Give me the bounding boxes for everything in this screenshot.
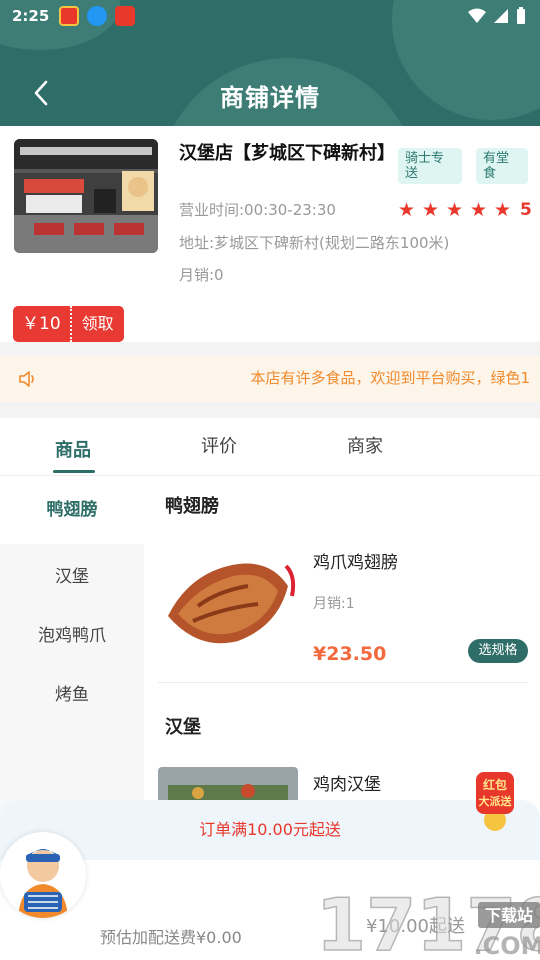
star-icon: ★ <box>446 199 464 221</box>
cart-icon[interactable] <box>0 832 86 918</box>
section-title: 汉堡 <box>165 717 201 738</box>
category-duck-wings[interactable]: 鸭翅膀 <box>0 476 144 544</box>
app-notification-icon <box>59 6 80 26</box>
shop-photo <box>14 139 158 253</box>
redpack-label: 大派送 <box>479 794 513 808</box>
notice-bar: 本店有许多食品，欢迎到平台购买，绿色1 <box>0 356 540 402</box>
section-title: 鸭翅膀 <box>165 496 219 517</box>
category-burger[interactable]: 汉堡 <box>0 562 144 587</box>
watermark-logo: 17178 下载站 .COM <box>316 882 540 960</box>
tag-dine-in: 有堂食 <box>476 148 528 184</box>
coupon: ￥10 领取 <box>13 306 124 342</box>
rating-stars: ★ ★ ★ ★ ★ 5 <box>398 199 532 221</box>
claim-coupon-button[interactable]: 领取 <box>69 306 124 342</box>
tab-bar: 商品 评价 商家 <box>0 418 540 476</box>
shop-name: 汉堡店【芗城区下碑新村】 <box>179 143 395 164</box>
category-grilled-fish[interactable]: 烤鱼 <box>0 680 144 705</box>
download-icon <box>87 6 108 26</box>
speaker-icon <box>19 371 34 387</box>
redpack-promo[interactable]: 红包 大派送 <box>468 768 522 832</box>
tab-underline <box>53 470 95 473</box>
tag-rider-delivery: 骑士专送 <box>398 148 462 184</box>
tab-goods[interactable]: 商品 <box>55 436 91 462</box>
product-price: ¥23.50 <box>313 643 387 665</box>
notice-text: 本店有许多食品，欢迎到平台购买，绿色1 <box>250 369 530 387</box>
status-bar: 2:25 <box>0 0 540 32</box>
divider <box>158 682 528 683</box>
shop-address: 地址:芗城区下碑新村(规划二路东100米) <box>179 234 450 252</box>
shop-hours: 营业时间:00:30-23:30 <box>179 201 336 219</box>
star-icon: ★ <box>470 199 488 221</box>
app-notification-icon <box>115 6 136 26</box>
rating-value: 5 <box>520 200 532 220</box>
category-pickled-feet[interactable]: 泡鸡鸭爪 <box>0 621 144 646</box>
battery-icon <box>517 7 525 24</box>
select-spec-button[interactable]: 选规格 <box>468 639 528 663</box>
min-order-banner: 订单满10.00元起送 <box>0 800 540 860</box>
product-name: 鸡爪鸡翅膀 <box>313 553 398 573</box>
product-image[interactable] <box>158 546 298 656</box>
tab-merchant[interactable]: 商家 <box>347 432 383 458</box>
coupon-amount: ￥10 <box>13 306 70 342</box>
redpack-label: 红包 <box>483 777 507 792</box>
product-name: 鸡肉汉堡 <box>313 775 381 795</box>
signal-icon <box>494 9 508 23</box>
star-icon: ★ <box>494 199 512 221</box>
product-sales: 月销:1 <box>313 596 355 612</box>
star-icon: ★ <box>398 199 416 221</box>
page-title: 商铺详情 <box>220 84 320 112</box>
delivery-fee: 预估加配送费¥0.00 <box>100 928 242 947</box>
shop-monthly-sales: 月销:0 <box>179 266 224 284</box>
star-icon: ★ <box>422 199 440 221</box>
status-time: 2:25 <box>12 7 50 25</box>
wifi-icon <box>468 8 486 23</box>
svg-text:下载站: 下载站 <box>485 906 533 925</box>
svg-text:.COM: .COM <box>473 932 540 960</box>
tab-reviews[interactable]: 评价 <box>201 432 237 458</box>
